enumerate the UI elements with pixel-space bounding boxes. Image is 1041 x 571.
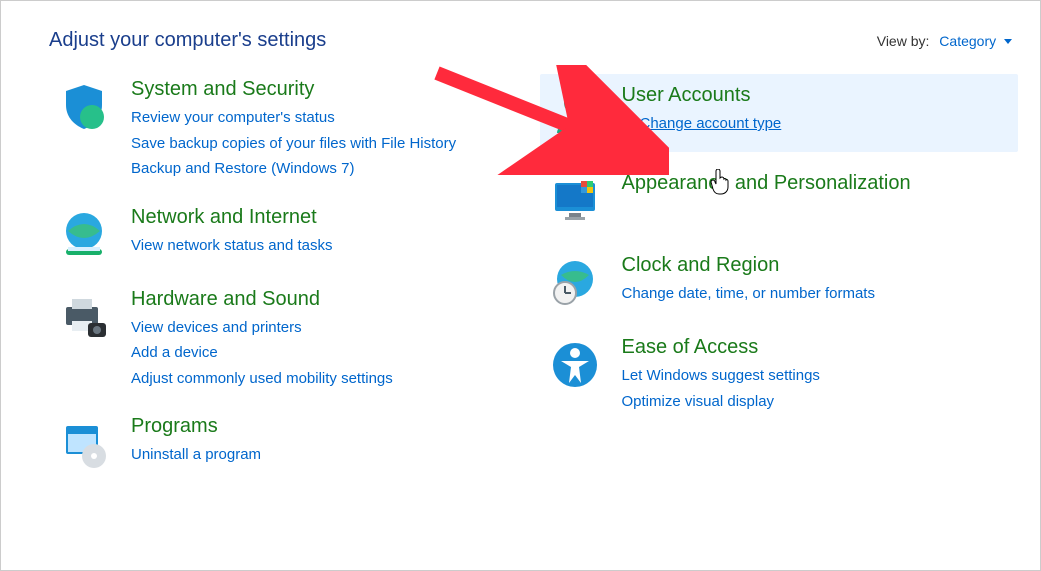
category-title[interactable]: Hardware and Sound — [131, 288, 393, 311]
category-icon[interactable] — [546, 336, 604, 394]
task-link[interactable]: View network status and tasks — [131, 233, 333, 259]
view-by-control[interactable]: View by: Category — [877, 33, 1012, 49]
category-icon[interactable] — [546, 254, 604, 312]
globe-icon — [56, 207, 112, 263]
task-link[interactable]: Let Windows suggest settings — [622, 363, 820, 389]
chevron-down-icon — [1004, 39, 1012, 44]
category-clock-and-region: Clock and Region Change date, time, or nu… — [540, 250, 1031, 316]
security-shield-icon — [56, 79, 112, 135]
category-icon[interactable] — [55, 206, 113, 264]
category-title[interactable]: Programs — [131, 415, 261, 438]
view-by-value: Category — [939, 33, 996, 49]
category-programs: Programs Uninstall a program — [49, 411, 540, 477]
category-network-and-internet: Network and Internet View network status … — [49, 202, 540, 268]
task-link[interactable]: View devices and printers — [131, 315, 393, 341]
page-title: Adjust your computer's settings — [49, 29, 326, 52]
category-icon[interactable] — [546, 172, 604, 230]
category-title[interactable]: System and Security — [131, 78, 456, 101]
category-icon[interactable] — [55, 415, 113, 473]
monitor-icon — [547, 173, 603, 229]
category-ease-of-access: Ease of Access Let Windows suggest settin… — [540, 332, 1031, 418]
task-link[interactable]: Save backup copies of your files with Fi… — [131, 131, 456, 157]
view-by-label: View by: — [877, 33, 930, 49]
task-link[interactable]: Optimize visual display — [622, 389, 820, 415]
category-user-accounts: User Accounts Change account type — [540, 74, 1019, 152]
task-link[interactable]: Add a device — [131, 340, 393, 366]
category-icon[interactable] — [55, 288, 113, 346]
programs-icon — [56, 416, 112, 472]
accessibility-icon — [547, 337, 603, 393]
category-hardware-and-sound: Hardware and Sound View devices and print… — [49, 284, 540, 396]
category-title[interactable]: Clock and Region — [622, 254, 875, 277]
category-appearance-and-personalization: Appearance and Personalization — [540, 168, 1031, 234]
clock-globe-icon — [547, 255, 603, 311]
category-title[interactable]: Network and Internet — [131, 206, 333, 229]
category-title[interactable]: User Accounts — [622, 84, 782, 107]
category-title[interactable]: Appearance and Personalization — [622, 172, 911, 195]
category-system-and-security: System and Security Review your computer'… — [49, 74, 540, 186]
category-title[interactable]: Ease of Access — [622, 336, 820, 359]
category-icon[interactable] — [546, 84, 604, 142]
uac-shield-icon — [622, 117, 636, 131]
task-link[interactable]: Backup and Restore (Windows 7) — [131, 156, 456, 182]
user-icon — [547, 85, 603, 141]
task-link[interactable]: Adjust commonly used mobility settings — [131, 366, 393, 392]
printer-icon — [56, 289, 112, 345]
task-link[interactable]: Change date, time, or number formats — [622, 281, 875, 307]
task-link[interactable]: Change account type — [622, 111, 782, 137]
task-link[interactable]: Uninstall a program — [131, 442, 261, 468]
category-icon[interactable] — [55, 78, 113, 136]
task-link[interactable]: Review your computer's status — [131, 105, 456, 131]
